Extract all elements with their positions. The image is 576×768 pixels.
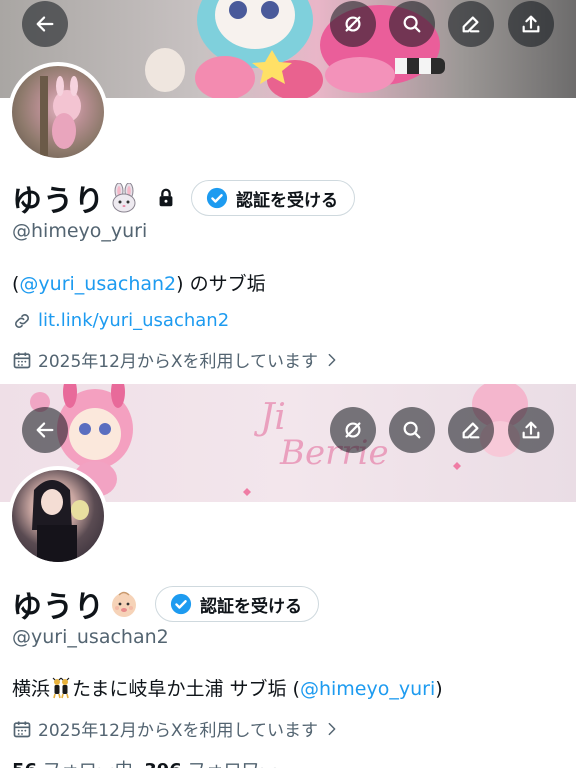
profile-screen-2: Ji Berrie ゆうり 認証を受ける @yuri_usachan2 横浜 た… bbox=[0, 384, 576, 768]
followers-link[interactable]: 396 フォロワー bbox=[144, 760, 277, 768]
get-verified-button[interactable]: 認証を受ける bbox=[155, 586, 319, 622]
bio-mention-link[interactable]: @himeyo_yuri bbox=[300, 678, 435, 700]
lock-icon bbox=[159, 188, 173, 207]
name-row: ゆうり 認証を受ける bbox=[12, 582, 319, 626]
display-name: ゆうり bbox=[12, 184, 105, 219]
get-verified-button[interactable]: 認証を受ける bbox=[191, 180, 355, 216]
joined-date-row[interactable]: 2025年12月からXを利用しています bbox=[12, 347, 340, 372]
bio: 横浜 たまに岐阜か土浦 サブ垢 (@himeyo_yuri) bbox=[12, 674, 443, 701]
profile-screen-1: ゆうり 認証を受ける @himeyo_yuri (@yuri_usachan2)… bbox=[0, 0, 576, 384]
back-arrow-icon bbox=[36, 16, 54, 32]
hide-icon bbox=[345, 422, 361, 438]
calendar-icon bbox=[13, 721, 31, 737]
bio: (@yuri_usachan2) のサブ垢 bbox=[12, 269, 266, 296]
back-button[interactable] bbox=[22, 407, 68, 453]
name-row: ゆうり 認証を受ける bbox=[12, 176, 355, 220]
calendar-icon bbox=[13, 352, 31, 368]
hide-icon bbox=[345, 16, 361, 32]
verified-check-icon bbox=[170, 593, 192, 615]
avatar[interactable] bbox=[8, 466, 108, 566]
following-link[interactable]: 56 フォロー中 bbox=[12, 760, 133, 768]
svg-text:Ji: Ji bbox=[253, 397, 286, 438]
avatar-image bbox=[32, 480, 89, 562]
bio-text: ) のサブ垢 bbox=[176, 273, 266, 295]
hide-button[interactable] bbox=[330, 407, 376, 453]
joined-date-row[interactable]: 2025年12月からXを利用しています bbox=[12, 716, 340, 741]
display-name: ゆうり bbox=[12, 590, 105, 625]
following-label: フォロー中 bbox=[43, 760, 133, 768]
baby-emoji bbox=[112, 591, 136, 617]
bunny-emoji bbox=[112, 183, 136, 213]
dancers-emoji bbox=[52, 677, 70, 699]
search-icon bbox=[403, 421, 421, 439]
search-button[interactable] bbox=[389, 1, 435, 47]
avatar[interactable] bbox=[8, 62, 108, 162]
bio-mention-link[interactable]: @yuri_usachan2 bbox=[19, 273, 176, 295]
get-verified-label: 認証を受ける bbox=[200, 596, 302, 617]
edit-icon bbox=[462, 422, 480, 439]
follow-stats: 56 フォロー中 396 フォロワー bbox=[12, 756, 278, 768]
share-icon bbox=[522, 421, 540, 439]
handle: @yuri_usachan2 bbox=[12, 626, 169, 648]
edit-icon bbox=[462, 16, 480, 33]
verified-check-icon bbox=[206, 187, 228, 209]
following-count: 56 bbox=[12, 760, 37, 768]
followers-count: 396 bbox=[144, 760, 182, 768]
link-icon bbox=[15, 313, 29, 328]
joined-date-text: 2025年12月からXを利用しています bbox=[38, 721, 319, 741]
edit-button[interactable] bbox=[448, 1, 494, 47]
website-link-text: lit.link/yuri_usachan2 bbox=[38, 310, 230, 331]
hide-button[interactable] bbox=[330, 1, 376, 47]
followers-label: フォロワー bbox=[188, 760, 278, 768]
back-arrow-icon bbox=[36, 422, 54, 438]
get-verified-label: 認証を受ける bbox=[236, 190, 338, 211]
chevron-right-icon bbox=[328, 722, 336, 735]
edit-button[interactable] bbox=[448, 407, 494, 453]
chevron-right-icon bbox=[328, 353, 336, 366]
handle: @himeyo_yuri bbox=[12, 220, 148, 242]
share-icon bbox=[522, 15, 540, 33]
search-button[interactable] bbox=[389, 407, 435, 453]
joined-date-text: 2025年12月からXを利用しています bbox=[38, 352, 319, 372]
website-link[interactable]: lit.link/yuri_usachan2 bbox=[12, 310, 229, 331]
back-button[interactable] bbox=[22, 1, 68, 47]
bio-text: 横浜 bbox=[12, 678, 51, 700]
avatar-image bbox=[40, 76, 81, 156]
bio-text: たまに岐阜か土浦 サブ垢 ( bbox=[72, 678, 300, 700]
share-button[interactable] bbox=[508, 1, 554, 47]
share-button[interactable] bbox=[508, 407, 554, 453]
bio-text: ) bbox=[435, 678, 443, 700]
search-icon bbox=[403, 15, 421, 33]
